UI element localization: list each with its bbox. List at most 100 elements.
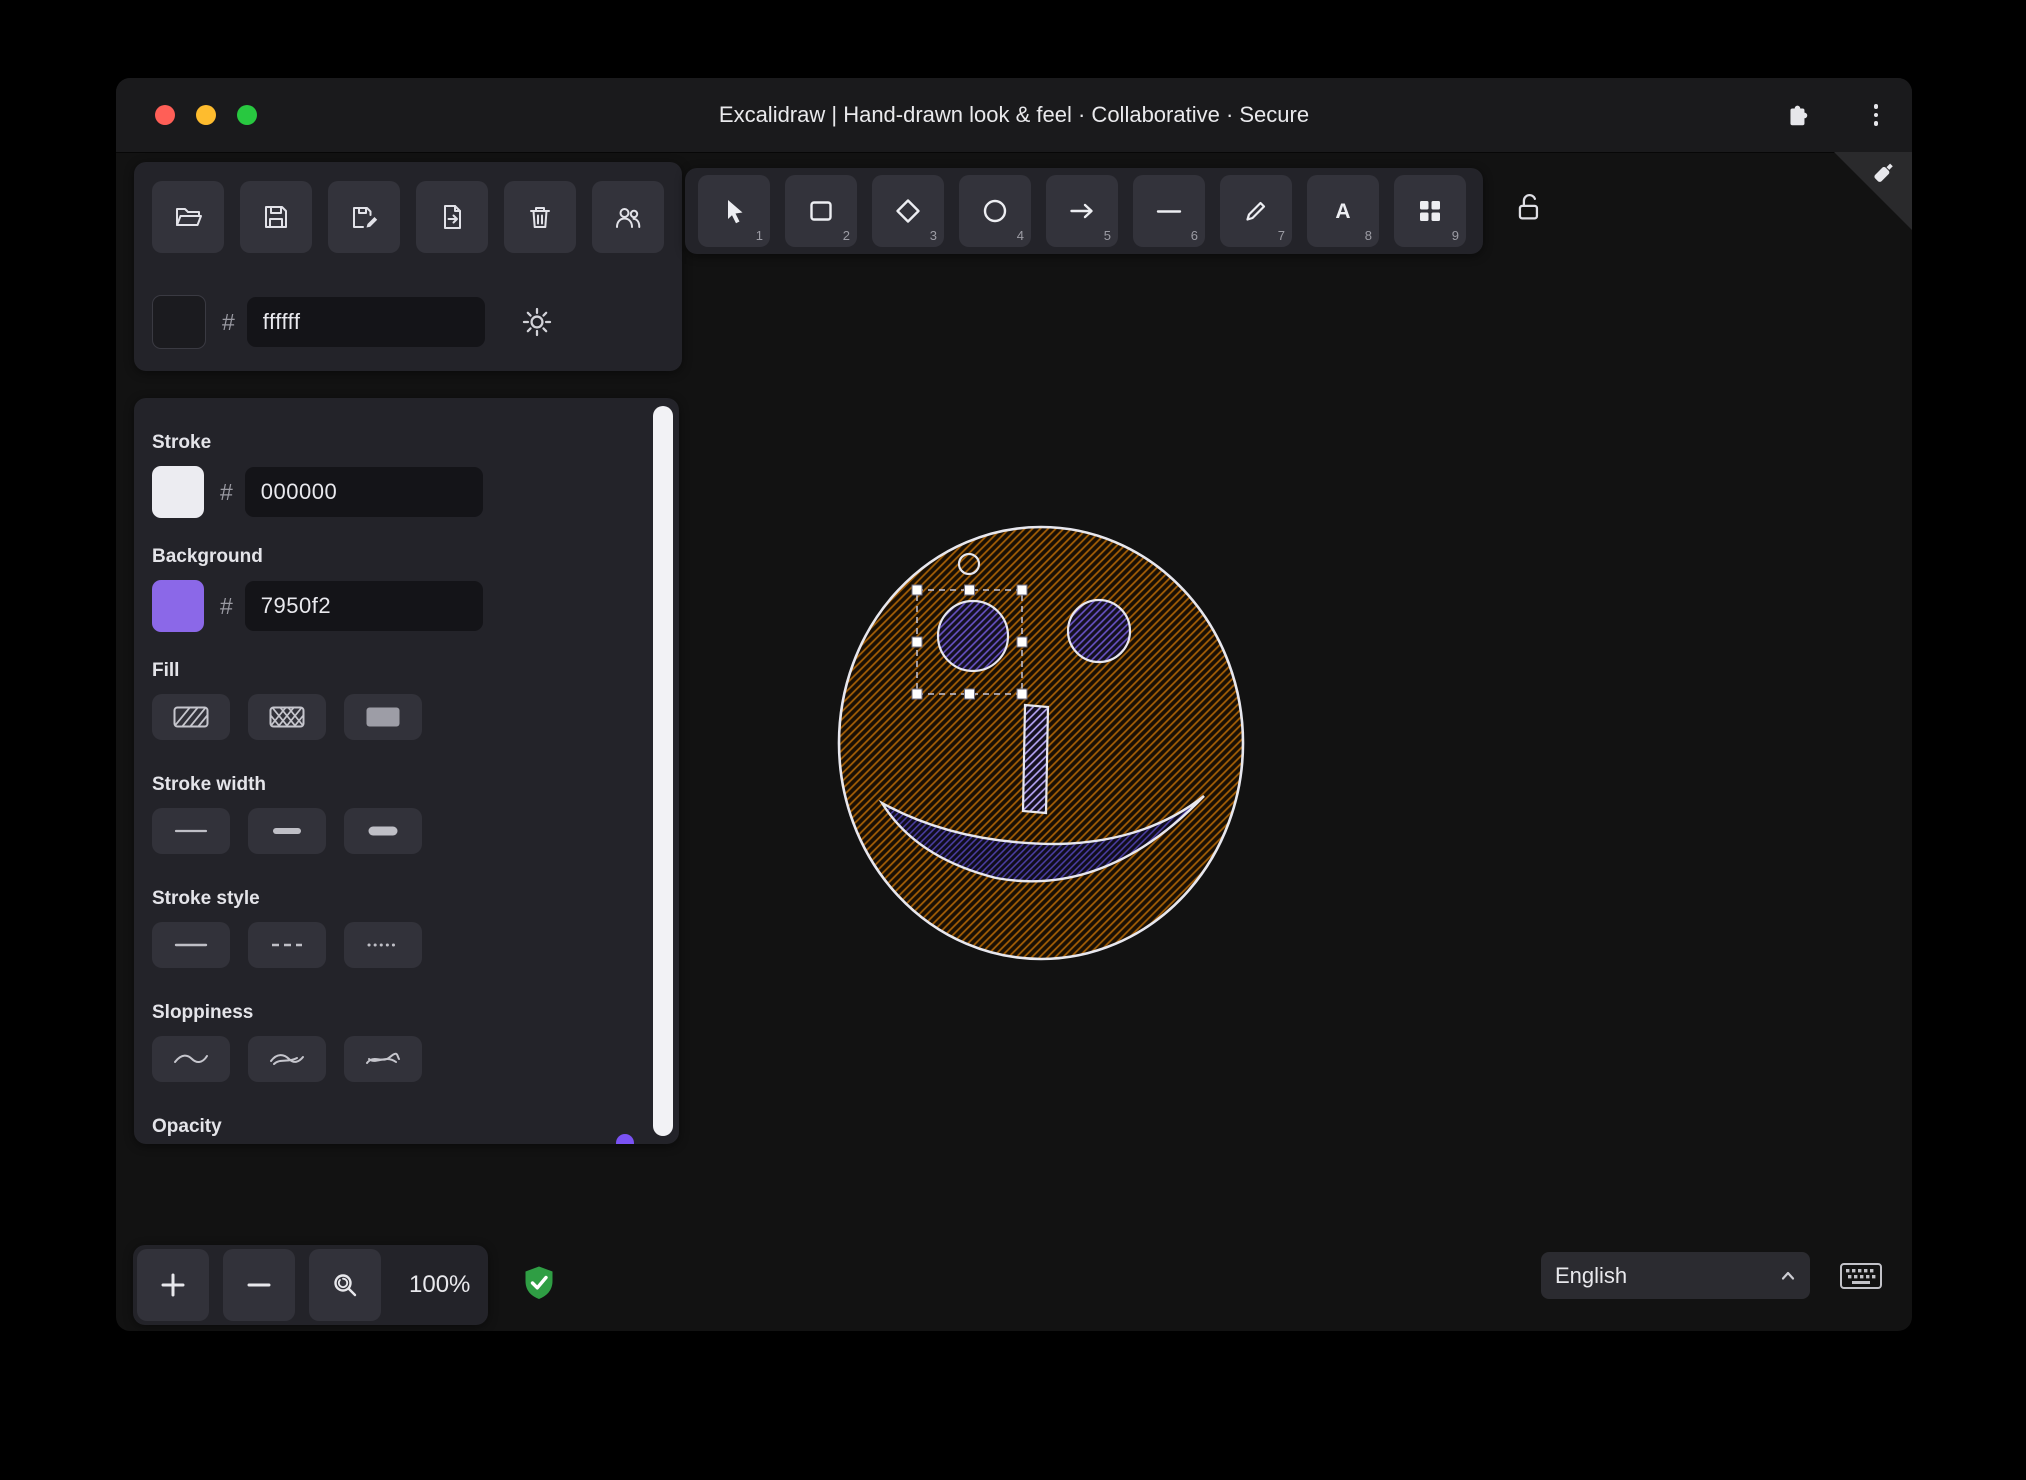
svg-text:A: A: [1335, 200, 1350, 223]
open-button[interactable]: [152, 181, 224, 253]
export-file-icon: [444, 205, 461, 229]
rectangle-icon: [810, 201, 832, 221]
extension-puzzle-icon: [1790, 105, 1808, 126]
collaboration-button[interactable]: [592, 181, 664, 253]
stroke-hex-input[interactable]: [244, 467, 483, 517]
sun-icon: [522, 307, 551, 337]
sloppiness-cartoonist-button[interactable]: [344, 1036, 422, 1082]
save-button[interactable]: [240, 181, 312, 253]
tool-ellipse[interactable]: 4: [959, 175, 1031, 247]
diamond-icon: [896, 199, 920, 223]
trash-icon: [530, 207, 550, 228]
zoom-in-button[interactable]: [137, 1249, 209, 1321]
sloppiness-architect-button[interactable]: [152, 1036, 230, 1082]
zoom-level: 100%: [409, 1271, 471, 1298]
opacity-label: Opacity: [152, 1116, 222, 1137]
smiley-drawing[interactable]: [816, 508, 1266, 978]
tool-rectangle[interactable]: 2: [785, 175, 857, 247]
background-hex-input[interactable]: [244, 581, 483, 631]
canvas-settings-button[interactable]: [515, 300, 559, 344]
sloppiness-options: [152, 1036, 612, 1082]
pencil-icon: [1246, 201, 1266, 221]
menu-button[interactable]: [1859, 98, 1893, 132]
folder-open-icon: [176, 208, 202, 226]
zoom-out-button[interactable]: [223, 1249, 295, 1321]
cross-hatch-icon: [269, 706, 305, 728]
lock-toggle-button[interactable]: [1495, 173, 1563, 241]
background-label: Background: [152, 546, 263, 567]
tool-arrow[interactable]: 5: [1046, 175, 1118, 247]
hex-prefix: #: [220, 592, 233, 619]
fill-options: [152, 694, 612, 740]
line-icon: [1156, 210, 1182, 213]
reset-zoom-button[interactable]: [309, 1249, 381, 1321]
shortcut-label: 3: [929, 228, 937, 243]
fill-hachure-button[interactable]: [152, 694, 230, 740]
sloppiness-label: Sloppiness: [152, 1002, 254, 1023]
shortcut-label: 2: [842, 228, 850, 243]
clear-canvas-button[interactable]: [504, 181, 576, 253]
canvas-background-hex-input[interactable]: [246, 297, 485, 347]
save-as-pencil-icon: [353, 207, 378, 228]
stroke-style-solid-button[interactable]: [152, 922, 230, 968]
opacity-slider-thumb[interactable]: [616, 1134, 634, 1144]
left-eye[interactable]: [936, 599, 1010, 673]
nose-rectangle[interactable]: [1021, 703, 1050, 815]
stroke-width-options: [152, 808, 612, 854]
hex-prefix: #: [220, 478, 233, 505]
magnifier-reset-icon: [334, 1274, 357, 1297]
selection-cursor-icon: [728, 200, 743, 224]
language-select[interactable]: English: [1541, 1252, 1810, 1299]
stroke-width-extra-bold-button[interactable]: [344, 808, 422, 854]
extra-bold-line-icon: [368, 826, 398, 836]
dotted-stroke-icon: [367, 943, 400, 947]
save-as-button[interactable]: [328, 181, 400, 253]
stroke-color-row: #: [152, 466, 612, 518]
corner-ribbon: [1834, 152, 1912, 230]
extension-puzzle-button[interactable]: [1780, 98, 1814, 132]
tool-draw[interactable]: 7: [1220, 175, 1292, 247]
keyboard-shortcuts-button[interactable]: [1838, 1258, 1884, 1294]
tool-diamond[interactable]: 3: [872, 175, 944, 247]
stroke-width-bold-button[interactable]: [248, 808, 326, 854]
fill-cross-hatch-button[interactable]: [248, 694, 326, 740]
properties-panel: Stroke # Background # Fill: [134, 398, 679, 1144]
tool-text[interactable]: A 8: [1307, 175, 1379, 247]
shortcut-label: 8: [1364, 228, 1372, 243]
cartoonist-squiggle-icon: [366, 1052, 400, 1064]
sloppiness-artist-button[interactable]: [248, 1036, 326, 1082]
stroke-style-dashed-button[interactable]: [248, 922, 326, 968]
canvas-background-swatch[interactable]: [152, 295, 206, 349]
shortcut-label: 9: [1451, 228, 1459, 243]
stroke-width-thin-button[interactable]: [152, 808, 230, 854]
stroke-style-label: Stroke style: [152, 888, 260, 909]
panel-scrollbar[interactable]: [653, 406, 673, 1136]
stroke-style-options: [152, 922, 612, 968]
app-window: Excalidraw | Hand-drawn look & feel · Co…: [116, 78, 1912, 1331]
hex-prefix: #: [222, 308, 235, 335]
stroke-color-swatch[interactable]: [152, 466, 204, 518]
background-color-swatch[interactable]: [152, 580, 204, 632]
encryption-shield-icon[interactable]: [520, 1264, 558, 1302]
chevron-up-icon: [1781, 1271, 1795, 1280]
tool-line[interactable]: 6: [1133, 175, 1205, 247]
tool-selection[interactable]: 1: [698, 175, 770, 247]
keyboard-icon: [1840, 1263, 1882, 1289]
shortcut-label: 1: [755, 228, 763, 243]
shortcut-label: 5: [1103, 228, 1111, 243]
save-floppy-icon: [265, 206, 287, 228]
shapes-grid-icon: [1420, 201, 1440, 221]
export-button[interactable]: [416, 181, 488, 253]
right-eye[interactable]: [1066, 598, 1132, 664]
arrow-icon: [1070, 203, 1093, 219]
thin-line-icon: [174, 829, 208, 833]
shortcut-label: 6: [1190, 228, 1198, 243]
background-color-row: #: [152, 580, 612, 632]
shortcut-label: 7: [1277, 228, 1285, 243]
fill-label: Fill: [152, 660, 180, 681]
stroke-style-dotted-button[interactable]: [344, 922, 422, 968]
tool-shapes[interactable]: 9: [1394, 175, 1466, 247]
kebab-menu-icon: [1873, 104, 1879, 126]
fill-solid-button[interactable]: [344, 694, 422, 740]
stroke-width-label: Stroke width: [152, 774, 267, 795]
